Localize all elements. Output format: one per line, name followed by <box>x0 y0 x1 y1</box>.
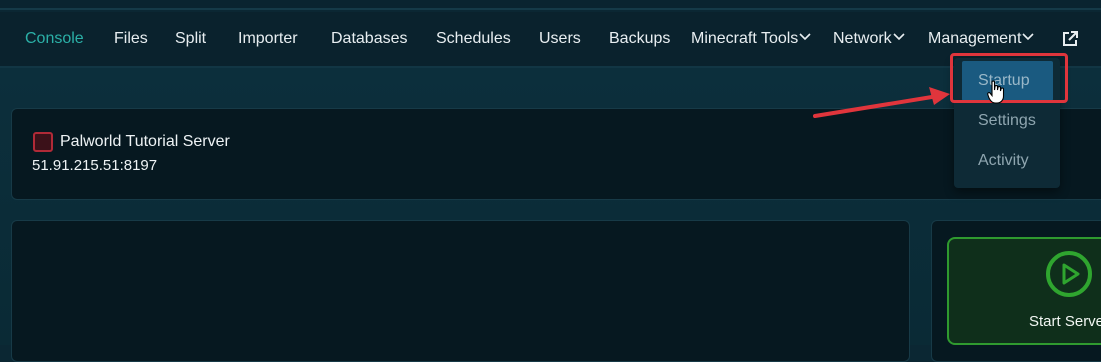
nav-split[interactable]: Split <box>175 12 206 66</box>
nav-console[interactable]: Console <box>25 12 84 66</box>
start-server-label: Start Server <box>1029 313 1101 330</box>
external-link-icon[interactable] <box>1061 30 1079 48</box>
server-nav-bar: Console Files Split Importer Databases S… <box>0 12 1101 68</box>
nav-files[interactable]: Files <box>114 12 148 66</box>
nav-schedules[interactable]: Schedules <box>436 12 511 66</box>
nav-backups[interactable]: Backups <box>609 12 670 66</box>
nav-minecraft-tools-label: Minecraft Tools <box>691 30 799 47</box>
console-panel <box>11 220 910 362</box>
nav-databases[interactable]: Databases <box>331 12 408 66</box>
play-circle-icon <box>1046 251 1092 297</box>
server-info-card <box>11 108 1101 200</box>
menu-item-startup[interactable]: Startup <box>962 61 1053 101</box>
menu-item-activity[interactable]: Activity <box>954 141 1060 181</box>
nav-minecraft-tools[interactable]: Minecraft Tools <box>691 12 811 66</box>
nav-importer[interactable]: Importer <box>238 12 298 66</box>
nav-users[interactable]: Users <box>539 12 581 66</box>
server-name: Palworld Tutorial Server <box>60 133 230 150</box>
chevron-down-icon <box>1022 33 1034 41</box>
chevron-down-icon <box>893 33 905 41</box>
nav-network-label: Network <box>833 30 892 47</box>
chevron-down-icon <box>799 33 811 41</box>
menu-item-settings[interactable]: Settings <box>954 101 1060 141</box>
server-address[interactable]: 51.91.215.51:8197 <box>32 157 157 174</box>
nav-network[interactable]: Network <box>833 12 905 66</box>
nav-management-label: Management <box>928 30 1022 47</box>
server-status-indicator <box>33 132 53 152</box>
window-top-border <box>0 0 1101 10</box>
